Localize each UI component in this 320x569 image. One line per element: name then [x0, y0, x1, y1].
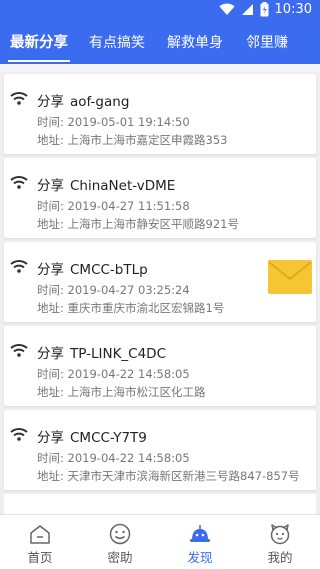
nav-profile-label: 我的: [267, 550, 293, 565]
share-time: 时间: 2019-05-01 19:14:50: [37, 115, 190, 129]
share-address: 地址: 上海市上海市松江区化工路: [37, 385, 206, 399]
wifi-share-card-partial[interactable]: [4, 494, 316, 514]
card-title: 分享 aof-gang: [37, 90, 129, 110]
share-time: 时间: 2019-04-22 14:58:05: [37, 367, 190, 381]
card-title: 分享 CMCC-bTLp: [37, 258, 148, 278]
profile-face-icon: [270, 524, 290, 545]
nav-home[interactable]: 首页: [0, 515, 80, 569]
wifi-share-card[interactable]: 分享 ChinaNet-vDME 时间: 2019-04-27 11:51:58 …: [4, 158, 316, 238]
wifi-icon: [10, 176, 28, 189]
wifi-share-card[interactable]: 分享 CMCC-bTLp 时间: 2019-04-27 03:25:24 地址: …: [4, 242, 316, 322]
tab-neighborhood-earn[interactable]: 邻里赚: [246, 24, 288, 64]
nav-home-label: 首页: [27, 550, 53, 565]
status-icons: 10:30: [219, 2, 312, 17]
wifi-icon: [10, 428, 28, 441]
share-label: 分享: [37, 262, 64, 278]
envelope-icon[interactable]: [268, 260, 312, 294]
share-label: 分享: [37, 94, 64, 110]
chat-face-icon: [109, 523, 131, 545]
card-title: 分享 CMCC-Y7T9: [37, 426, 147, 446]
bottom-navigation: 首页 密助 发现 我的: [0, 514, 320, 569]
wifi-status-icon: [219, 3, 235, 16]
ssid-name: ChinaNet-vDME: [70, 178, 176, 194]
wifi-share-card[interactable]: 分享 aof-gang 时间: 2019-05-01 19:14:50 地址: 上…: [4, 74, 316, 154]
share-label: 分享: [37, 346, 64, 362]
status-time: 10:30: [274, 2, 312, 17]
share-label: 分享: [37, 430, 64, 446]
ssid-name: CMCC-bTLp: [70, 262, 148, 278]
card-title: 分享 ChinaNet-vDME: [37, 174, 175, 194]
nav-discover-label: 发现: [187, 550, 213, 565]
wifi-icon: [10, 344, 28, 357]
share-label: 分享: [37, 178, 64, 194]
share-time: 时间: 2019-04-27 11:51:58: [37, 199, 190, 213]
wifi-share-card[interactable]: 分享 CMCC-Y7T9 时间: 2019-04-22 14:58:05 地址: …: [4, 410, 316, 490]
tab-funny[interactable]: 有点搞笑: [89, 24, 145, 64]
tab-latest-share[interactable]: 最新分享: [10, 24, 68, 64]
share-address: 地址: 天津市天津市滨海新区新港三号路847-857号: [37, 469, 300, 483]
share-address: 地址: 上海市上海市嘉定区申霞路353: [37, 133, 228, 147]
discover-icon: [190, 525, 210, 542]
nav-discover[interactable]: 发现: [160, 515, 240, 569]
wifi-icon: [10, 92, 28, 105]
wifi-share-card[interactable]: 分享 TP-LINK_C4DC 时间: 2019-04-22 14:58:05 地…: [4, 326, 316, 406]
cell-signal-icon: [241, 3, 254, 16]
card-title: 分享 TP-LINK_C4DC: [37, 342, 166, 362]
nav-assistant-label: 密助: [107, 550, 133, 565]
ssid-name: aof-gang: [70, 94, 130, 110]
share-address: 地址: 上海市上海市静安区平顺路921号: [37, 217, 239, 231]
ssid-name: TP-LINK_C4DC: [70, 346, 167, 362]
nav-profile[interactable]: 我的: [240, 515, 320, 569]
wifi-icon: [10, 260, 28, 273]
home-icon: [30, 525, 50, 544]
nav-assistant[interactable]: 密助: [80, 515, 160, 569]
list-top-divider: [0, 64, 320, 72]
share-address: 地址: 重庆市重庆市渝北区宏锦路1号: [37, 301, 225, 315]
battery-icon: [260, 2, 269, 17]
tab-rescue-single[interactable]: 解救单身: [167, 24, 223, 64]
ssid-name: CMCC-Y7T9: [70, 430, 147, 446]
share-time: 时间: 2019-04-27 03:25:24: [37, 283, 190, 297]
category-tab-bar: 最新分享 有点搞笑 解救单身 邻里赚: [0, 24, 320, 64]
share-time: 时间: 2019-04-22 14:58:05: [37, 451, 190, 465]
active-tab-indicator: [8, 60, 70, 62]
status-bar: 10:30: [0, 0, 320, 24]
